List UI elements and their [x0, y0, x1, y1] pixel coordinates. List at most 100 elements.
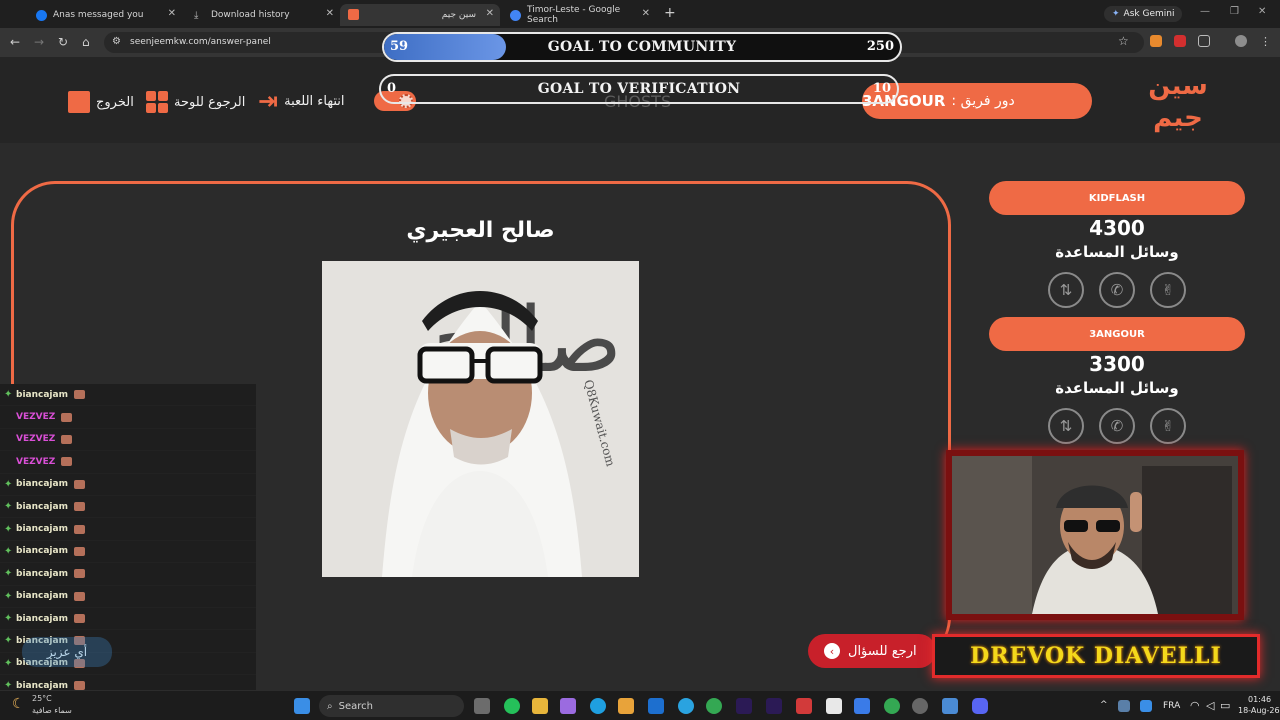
chat-username[interactable]: biancajam — [16, 390, 68, 400]
chat-username[interactable]: VEZVEZ — [16, 457, 55, 467]
clock-time[interactable]: 01:46 — [1248, 695, 1271, 704]
badge-icon: ✦ — [4, 657, 13, 669]
outlook-icon[interactable] — [648, 698, 664, 714]
whatsapp-icon[interactable] — [504, 698, 520, 714]
ask-gemini-button[interactable]: ✦ Ask Gemini — [1104, 6, 1183, 22]
close-icon[interactable]: ✕ — [642, 8, 650, 19]
chat-username[interactable]: biancajam — [16, 614, 68, 624]
exit-button[interactable]: الخروج — [68, 91, 134, 113]
chat-username[interactable]: VEZVEZ — [16, 434, 55, 444]
forward-arrow-icon[interactable]: → — [34, 35, 44, 49]
adblock-icon[interactable] — [1174, 35, 1186, 47]
bookmark-star-icon[interactable]: ☆ — [1118, 34, 1129, 48]
tray-app-icon[interactable] — [1118, 700, 1130, 712]
tab-title: Timor-Leste - Google Search — [527, 5, 621, 25]
back-arrow-icon[interactable]: ← — [10, 35, 20, 49]
back-to-board-button[interactable]: الرجوع للوحة — [146, 91, 245, 113]
close-icon[interactable]: ✕ — [326, 8, 334, 19]
store-icon[interactable] — [618, 698, 634, 714]
chat-username[interactable]: VEZVEZ — [16, 412, 55, 422]
team-2-two-answers-button[interactable]: ⇅ — [1048, 408, 1084, 444]
obs-icon[interactable] — [912, 698, 928, 714]
file-explorer-icon[interactable] — [532, 698, 548, 714]
chat-username[interactable]: biancajam — [16, 502, 68, 512]
photos-icon[interactable] — [942, 698, 958, 714]
browser-tab-google[interactable]: Timor-Leste - Google Search ✕ — [502, 4, 656, 26]
profile-avatar[interactable] — [1235, 35, 1247, 47]
premiere-icon[interactable] — [736, 698, 752, 714]
chat-username[interactable]: biancajam — [16, 569, 68, 579]
grid-icon — [146, 91, 168, 113]
chat-emote — [73, 569, 85, 579]
chat-username[interactable]: biancajam — [16, 479, 68, 489]
phone-icon: ✆ — [1110, 281, 1124, 299]
chat-row: ✦ biancajam — [0, 473, 256, 496]
chat-emote — [73, 390, 85, 400]
chat-username[interactable]: biancajam — [16, 546, 68, 556]
tray-app-icon-2[interactable] — [1140, 700, 1152, 712]
team-2-call-friend-button[interactable]: ✆ — [1099, 408, 1135, 444]
team-1-call-friend-button[interactable]: ✆ — [1099, 272, 1135, 308]
seenjeem-icon — [348, 9, 359, 20]
back-to-question-button[interactable]: ‹ ارجع للسؤال — [808, 634, 936, 668]
chrome-icon[interactable] — [706, 698, 722, 714]
copilot-icon[interactable] — [560, 698, 576, 714]
chat-row: ✦ biancajam — [0, 607, 256, 631]
weather-moon-icon[interactable]: ☾ — [12, 696, 28, 712]
badge-icon: ✦ — [4, 523, 13, 535]
wifi-icon[interactable]: ◠ — [1190, 699, 1200, 712]
window-close-icon[interactable]: ✕ — [1258, 6, 1266, 17]
after-effects-icon[interactable] — [766, 698, 782, 714]
site-info-icon[interactable]: ⚙ — [112, 36, 121, 47]
telegram-icon[interactable] — [678, 698, 694, 714]
close-icon[interactable]: ✕ — [486, 8, 494, 19]
chat-emote — [61, 434, 73, 444]
chat-username[interactable]: biancajam — [16, 524, 68, 534]
volume-icon[interactable]: ◁ — [1206, 699, 1214, 712]
taskbar-search[interactable]: ⌕ Search — [319, 695, 464, 717]
team-1-double-button[interactable]: ✌ — [1150, 272, 1186, 308]
task-view-icon[interactable] — [474, 698, 490, 714]
minimize-icon[interactable]: — — [1200, 6, 1210, 17]
weather-temp: 25°C — [32, 694, 52, 703]
home-icon[interactable]: ⌂ — [82, 35, 90, 49]
team-1-two-answers-button[interactable]: ⇅ — [1048, 272, 1084, 308]
menu-kebab-icon[interactable]: ⋮ — [1260, 35, 1272, 48]
battery-icon[interactable]: ▭ — [1220, 699, 1230, 712]
zoom-icon[interactable] — [854, 698, 870, 714]
edge-icon[interactable] — [590, 698, 606, 714]
app-white-icon[interactable] — [826, 698, 842, 714]
keyboard-language[interactable]: FRA — [1163, 701, 1180, 711]
team-2-double-button[interactable]: ✌ — [1150, 408, 1186, 444]
discord-icon[interactable] — [972, 698, 988, 714]
team-1-score: 4300 — [1089, 216, 1145, 240]
extension-icon[interactable] — [1150, 35, 1162, 47]
chat-row: VEZVEZ — [0, 451, 256, 474]
chat-row: ✦ biancajam — [0, 495, 256, 519]
reload-icon[interactable]: ↻ — [58, 35, 68, 49]
tray-chevron-icon[interactable]: ^ — [1100, 700, 1108, 710]
chat-row: ✦ biancajam — [0, 540, 256, 564]
chrome-profile-icon[interactable] — [884, 698, 900, 714]
goal-community-bar: 59 GOAL TO COMMUNITY 250 — [382, 32, 902, 62]
extensions-puzzle-icon[interactable] — [1198, 35, 1210, 47]
maximize-icon[interactable]: ❐ — [1230, 6, 1239, 17]
tab-title: Anas messaged you — [53, 10, 144, 20]
close-icon[interactable]: ✕ — [168, 8, 176, 19]
end-game-button[interactable]: ⇥ انتهاء اللعبة — [258, 89, 345, 113]
browser-tab-facebook[interactable]: Anas messaged you ✕ — [28, 4, 182, 26]
logo-line-1: سين — [1148, 71, 1208, 101]
windows-start-icon[interactable] — [294, 698, 310, 714]
chat-username[interactable]: biancajam — [16, 591, 68, 601]
browser-tab-seenjeem[interactable]: سين جيم ✕ — [340, 4, 500, 26]
clock-date[interactable]: 18-Aug-26 — [1238, 706, 1280, 715]
seenjeem-logo: سين جيم — [1148, 71, 1208, 133]
browser-tab-downloads[interactable]: ⤓ Download history ✕ — [186, 4, 340, 26]
browser-tab-bar: Anas messaged you ✕ ⤓ Download history ✕… — [0, 0, 1280, 28]
windows-taskbar: ☾ 25°C سماء صافية ⌕ Search ^ FRA ◠ ◁ ▭ 0… — [0, 690, 1280, 720]
badge-icon: ✦ — [4, 613, 13, 625]
ask-gemini-label: Ask Gemini — [1123, 9, 1175, 19]
back-to-board-label: الرجوع للوحة — [174, 94, 246, 110]
app-red-icon[interactable] — [796, 698, 812, 714]
new-tab-icon[interactable]: + — [664, 5, 676, 21]
